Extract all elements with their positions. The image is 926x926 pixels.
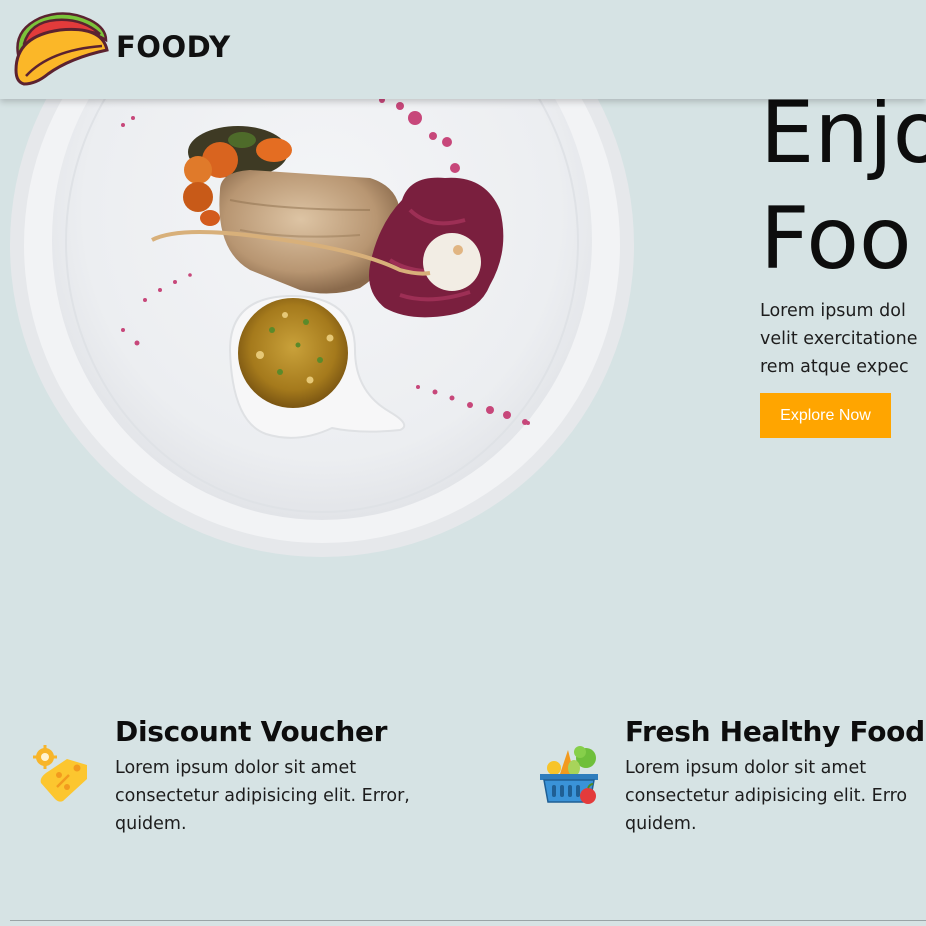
grocery-basket-icon bbox=[538, 744, 600, 806]
feature-text: Lorem ipsum dolor sit amet consectetur a… bbox=[115, 754, 410, 838]
feature-text-line: consectetur adipisicing elit. Error, bbox=[115, 786, 410, 806]
feature-text-line: Lorem ipsum dolor sit amet bbox=[115, 758, 357, 778]
feature-title: Discount Voucher bbox=[115, 715, 388, 748]
hero-description-line: velit exercitatione bbox=[760, 329, 918, 349]
feature-text-line: quidem. bbox=[625, 814, 697, 834]
feature-text-line: Lorem ipsum dolor sit amet bbox=[625, 758, 867, 778]
hero-title: Enjo Foo bbox=[760, 80, 926, 292]
feature-text-line: quidem. bbox=[115, 814, 187, 834]
feature-text: Lorem ipsum dolor sit amet consectetur a… bbox=[625, 754, 907, 838]
feature-text-line: consectetur adipisicing elit. Erro bbox=[625, 786, 908, 806]
site-header: FOODY bbox=[0, 0, 926, 99]
feature-title: Fresh Healthy Food bbox=[625, 715, 925, 748]
discount-tag-icon bbox=[33, 745, 89, 803]
section-divider bbox=[10, 920, 926, 921]
hero-description-line: rem atque expec bbox=[760, 357, 909, 377]
taco-icon[interactable] bbox=[10, 10, 110, 88]
hero-dish-image bbox=[10, 60, 635, 560]
brand-name[interactable]: FOODY bbox=[116, 29, 231, 65]
explore-now-button[interactable]: Explore Now bbox=[760, 393, 891, 438]
hero-title-line: Foo bbox=[760, 189, 912, 289]
hero-description: Lorem ipsum dol velit exercitatione rem … bbox=[760, 297, 926, 381]
hero-description-line: Lorem ipsum dol bbox=[760, 301, 906, 321]
